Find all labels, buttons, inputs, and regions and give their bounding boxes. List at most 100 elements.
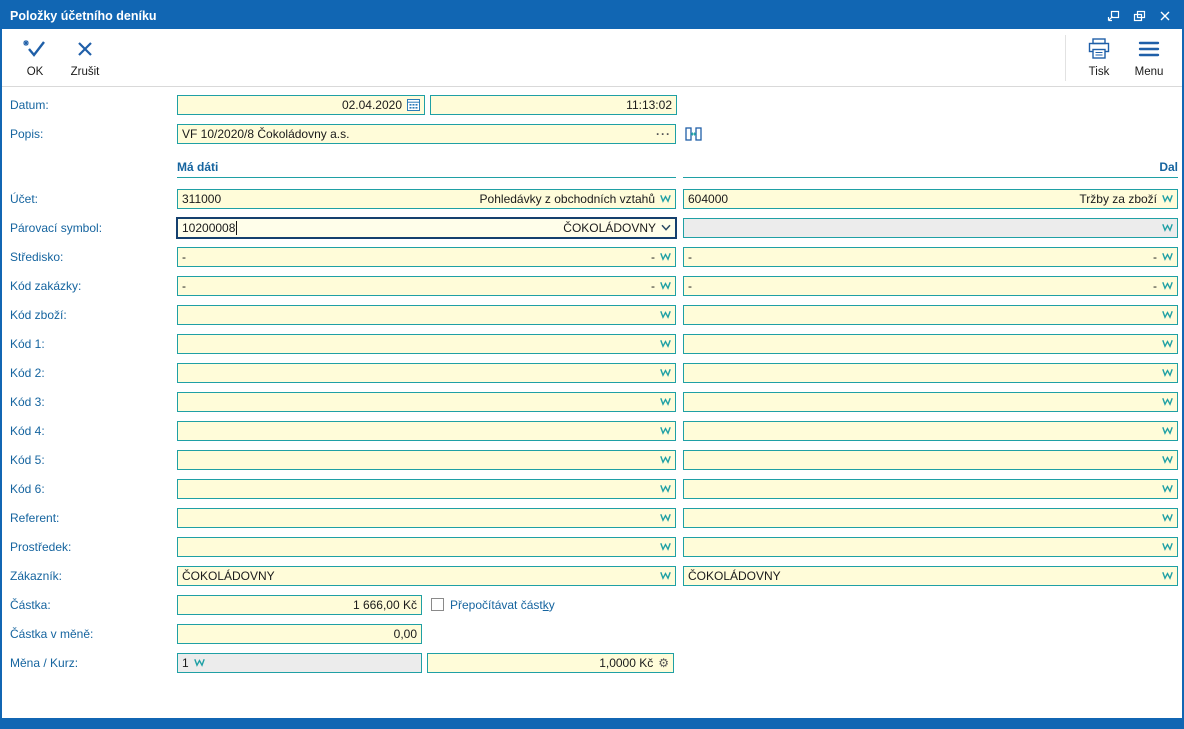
recalculate-amounts-checkbox[interactable] <box>431 598 444 611</box>
recalculate-amounts-label[interactable]: Přepočítávat částky <box>450 598 555 612</box>
lookup-dropdown-icon[interactable] <box>1162 484 1173 493</box>
menu-button[interactable]: Menu <box>1124 32 1174 84</box>
kod-zakazky-debit-secondary-value: - <box>645 279 655 293</box>
restore-down-icon[interactable] <box>1102 5 1124 26</box>
zakaznik-credit-field[interactable]: ČOKOLÁDOVNY <box>683 566 1178 586</box>
calendar-icon[interactable] <box>407 98 420 111</box>
lookup-dropdown-icon[interactable] <box>660 513 671 522</box>
split-columns-icon[interactable] <box>685 126 702 142</box>
prostredek-debit-field[interactable] <box>177 537 676 557</box>
stredisko-credit-field[interactable]: -- <box>683 247 1178 267</box>
kod-3-debit-field[interactable] <box>177 392 676 412</box>
kod-4-credit-field[interactable] <box>683 421 1178 441</box>
lookup-dropdown-icon[interactable] <box>660 397 671 406</box>
stredisko-credit-value: - <box>688 250 692 264</box>
dropdown-chevron-icon[interactable] <box>661 224 671 231</box>
lookup-dropdown-icon[interactable] <box>660 339 671 348</box>
currency-input[interactable]: 1 <box>177 653 422 673</box>
date-input[interactable]: 02.04.2020 <box>177 95 425 115</box>
kod-zakazky-debit-field[interactable]: -- <box>177 276 676 296</box>
lookup-dropdown-icon[interactable] <box>660 455 671 464</box>
gear-icon[interactable]: ⚙ <box>658 657 669 669</box>
prostredek-credit-field[interactable] <box>683 537 1178 557</box>
kod-6-credit-field[interactable] <box>683 479 1178 499</box>
printer-icon <box>1086 38 1112 63</box>
print-button[interactable]: Tisk <box>1074 32 1124 84</box>
amount-input[interactable]: 1 666,00 Kč <box>177 595 422 615</box>
cancel-button[interactable]: Zrušit <box>60 32 110 84</box>
kod-3-credit-field[interactable] <box>683 392 1178 412</box>
window-controls <box>1102 5 1176 26</box>
lookup-dropdown-icon[interactable] <box>1162 223 1173 232</box>
lookup-dropdown-icon[interactable] <box>1162 513 1173 522</box>
stredisko-debit-field[interactable]: -- <box>177 247 676 267</box>
kod-1-debit-field[interactable] <box>177 334 676 354</box>
lookup-dropdown-icon[interactable] <box>1162 397 1173 406</box>
field-label-kod-5: Kód 5: <box>2 453 177 467</box>
cancel-button-label: Zrušit <box>71 66 100 78</box>
kod-2-credit-field[interactable] <box>683 363 1178 383</box>
lookup-dropdown-icon[interactable] <box>660 368 671 377</box>
lookup-dropdown-icon[interactable] <box>1162 194 1173 203</box>
ucet-debit-field[interactable]: 311000Pohledávky z obchodních vztahů <box>177 189 676 209</box>
time-input[interactable]: 11:13:02 <box>430 95 677 115</box>
field-label-kod-6: Kód 6: <box>2 482 177 496</box>
kod-2-debit-field[interactable] <box>177 363 676 383</box>
lookup-dropdown-icon[interactable] <box>660 484 671 493</box>
description-value: VF 10/2020/8 Čokoládovny a.s. <box>182 127 349 141</box>
lookup-dropdown-icon[interactable] <box>660 571 671 580</box>
lookup-dropdown-icon[interactable] <box>1162 455 1173 464</box>
kod-5-debit-field[interactable] <box>177 450 676 470</box>
parovaci-symbol-credit-field[interactable] <box>683 218 1178 238</box>
lookup-dropdown-icon[interactable] <box>660 542 671 551</box>
lookup-dropdown-icon[interactable] <box>660 194 671 203</box>
ucet-credit-field[interactable]: 604000Tržby za zboží <box>683 189 1178 209</box>
kod-zakazky-credit-field[interactable]: -- <box>683 276 1178 296</box>
journal-entry-form: Datum: 02.04.2020 11:13:02 Popis: VF 10/ <box>2 87 1182 718</box>
lookup-dropdown-icon[interactable] <box>1162 252 1173 261</box>
close-icon[interactable] <box>1154 5 1176 26</box>
description-input[interactable]: VF 10/2020/8 Čokoládovny a.s. ··· <box>177 124 676 144</box>
stredisko-debit-value: - <box>182 250 186 264</box>
form-row-ucet: Účet:311000Pohledávky z obchodních vztah… <box>2 184 1182 213</box>
zakaznik-debit-field[interactable]: ČOKOLÁDOVNY <box>177 566 676 586</box>
kod-zbozi-credit-field[interactable] <box>683 305 1178 325</box>
currency-amount-input[interactable]: 0,00 <box>177 624 422 644</box>
field-label-kod-zbozi: Kód zboží: <box>2 308 177 322</box>
lookup-dropdown-icon[interactable] <box>1162 426 1173 435</box>
maximize-icon[interactable] <box>1128 5 1150 26</box>
ok-button[interactable]: OK <box>10 32 60 84</box>
time-value: 11:13:02 <box>620 98 672 112</box>
form-row-parovaci-symbol: Párovací symbol:10200008ČOKOLÁDOVNY <box>2 213 1182 242</box>
lookup-dropdown-icon[interactable] <box>1162 571 1173 580</box>
ellipsis-button[interactable]: ··· <box>650 127 671 141</box>
lookup-dropdown-icon[interactable] <box>194 658 205 667</box>
lookup-dropdown-icon[interactable] <box>1162 310 1173 319</box>
lookup-dropdown-icon[interactable] <box>1162 281 1173 290</box>
cancel-x-icon <box>74 38 96 63</box>
parovaci-symbol-debit-field[interactable]: 10200008ČOKOLÁDOVNY <box>177 218 676 238</box>
referent-debit-field[interactable] <box>177 508 676 528</box>
kod-1-credit-field[interactable] <box>683 334 1178 354</box>
menu-button-label: Menu <box>1135 66 1164 78</box>
amount-value: 1 666,00 Kč <box>347 598 417 612</box>
combo-rows: Účet:311000Pohledávky z obchodních vztah… <box>2 184 1182 590</box>
exchange-rate-input[interactable]: 1,0000 Kč ⚙ <box>427 653 674 673</box>
kod-4-debit-field[interactable] <box>177 421 676 441</box>
lookup-dropdown-icon[interactable] <box>1162 368 1173 377</box>
kod-5-credit-field[interactable] <box>683 450 1178 470</box>
text-caret <box>236 221 237 235</box>
lookup-dropdown-icon[interactable] <box>1162 542 1173 551</box>
lookup-dropdown-icon[interactable] <box>660 252 671 261</box>
field-label-datum: Datum: <box>2 98 177 112</box>
row-castka: Částka: 1 666,00 Kč Přepočítávat částky <box>2 590 1182 619</box>
lookup-dropdown-icon[interactable] <box>660 426 671 435</box>
lookup-dropdown-icon[interactable] <box>660 281 671 290</box>
zakaznik-debit-value: ČOKOLÁDOVNY <box>182 569 275 583</box>
kod-zbozi-debit-field[interactable] <box>177 305 676 325</box>
kod-6-debit-field[interactable] <box>177 479 676 499</box>
lookup-dropdown-icon[interactable] <box>1162 339 1173 348</box>
referent-credit-field[interactable] <box>683 508 1178 528</box>
debit-column-header-label: Má dáti <box>177 160 218 174</box>
lookup-dropdown-icon[interactable] <box>660 310 671 319</box>
